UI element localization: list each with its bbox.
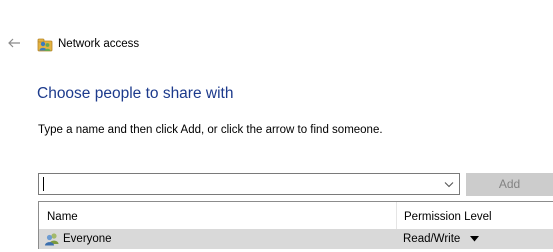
column-divider[interactable] xyxy=(396,202,397,229)
column-header-permission[interactable]: Permission Level xyxy=(404,210,492,224)
back-arrow-icon xyxy=(8,38,20,48)
instructions-text: Type a name and then click Add, or click… xyxy=(38,124,383,136)
chevron-down-icon xyxy=(444,182,454,188)
permission-level-dropdown[interactable]: Read/Write xyxy=(403,231,479,247)
share-list[interactable]: Name Permission Level Everyone Read/Writ… xyxy=(38,201,553,249)
list-item-name: Everyone xyxy=(63,233,112,245)
dropdown-arrow-icon xyxy=(469,235,479,242)
window-title: Network access xyxy=(58,38,140,50)
page-heading: Choose people to share with xyxy=(37,85,234,102)
permission-level-value: Read/Write xyxy=(403,233,461,245)
name-combo-box[interactable] xyxy=(38,173,460,195)
network-share-icon xyxy=(37,36,53,52)
back-button[interactable] xyxy=(6,35,22,51)
column-header-name[interactable]: Name xyxy=(47,210,78,224)
list-row-everyone[interactable]: Everyone Read/Write xyxy=(39,229,553,249)
users-group-icon xyxy=(44,231,60,247)
name-dropdown-button[interactable] xyxy=(441,176,457,192)
add-button[interactable]: Add xyxy=(466,173,553,196)
name-input[interactable] xyxy=(41,175,440,193)
list-header: Name Permission Level xyxy=(39,202,553,229)
